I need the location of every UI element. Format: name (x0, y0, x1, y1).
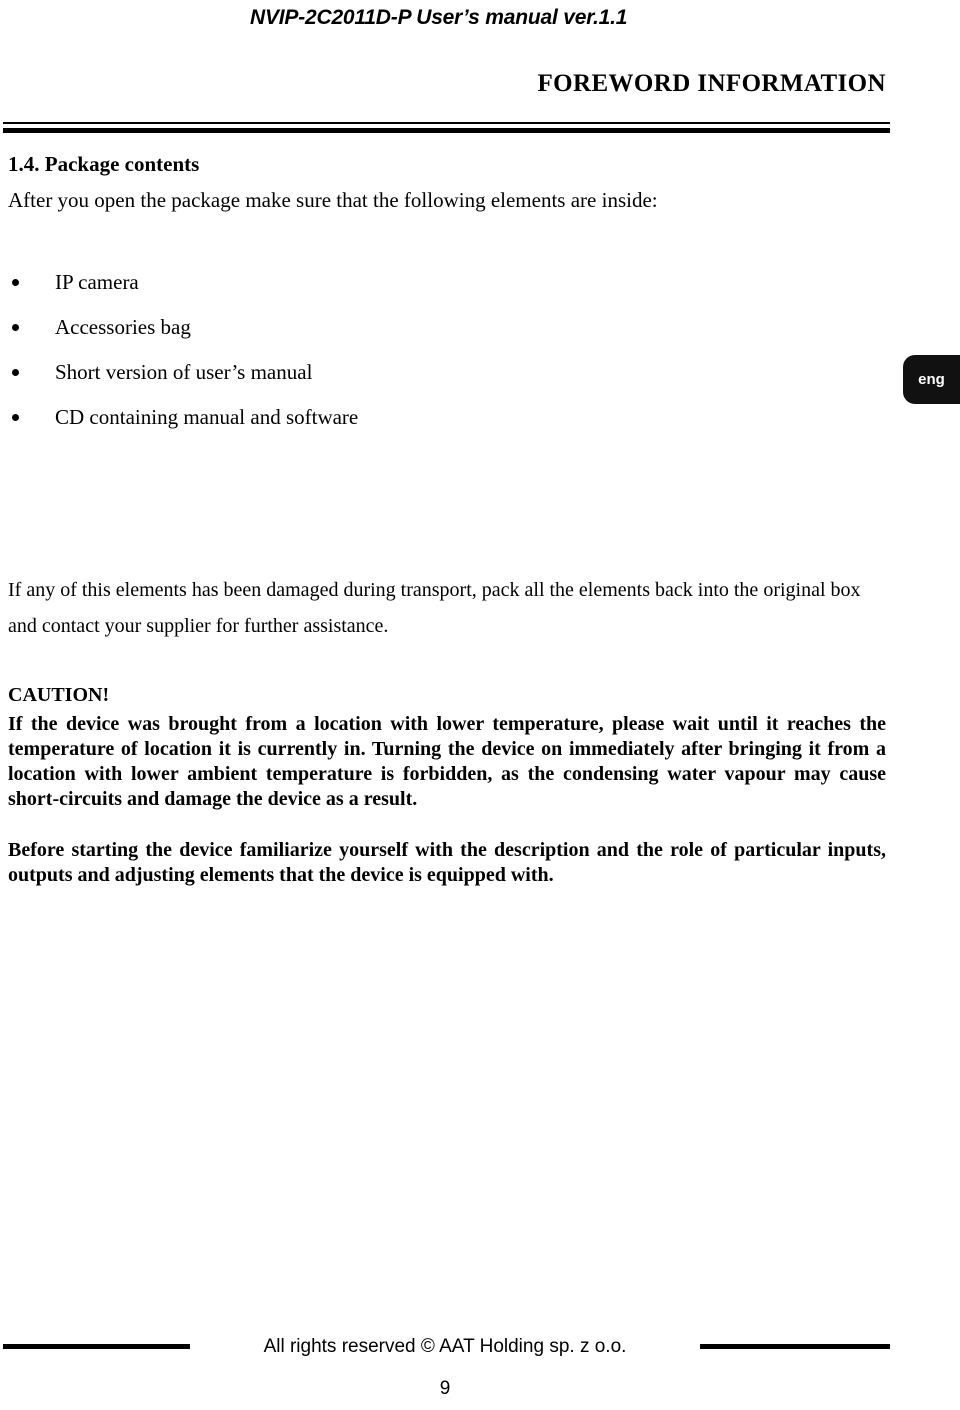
bullet-dot-icon (12, 369, 19, 376)
list-item: CD containing manual and software (0, 403, 890, 448)
list-item-label: Short version of user’s manual (55, 360, 313, 384)
document-page: NVIP-2C2011D-P User’s manual ver.1.1 FOR… (0, 0, 960, 1410)
list-item-label: IP camera (55, 270, 139, 294)
bullet-dot-icon (12, 279, 19, 286)
caution-label: CAUTION! (8, 684, 110, 706)
bullet-dot-icon (12, 324, 19, 331)
language-tab-eng[interactable]: eng (903, 355, 960, 404)
language-tab-label: eng (918, 371, 945, 388)
list-item-label: Accessories bag (55, 315, 191, 339)
list-item-label: CD containing manual and software (55, 405, 359, 429)
page-number: 9 (439, 1378, 451, 1399)
list-item: IP camera (0, 268, 890, 313)
running-header-title: NVIP-2C2011D-P User’s manual ver.1.1 (250, 6, 628, 29)
package-contents-list: IP camera Accessories bag Short version … (0, 268, 890, 448)
familiarize-paragraph: Before starting the device familiarize y… (8, 839, 886, 886)
footer-copyright: All rights reserved © AAT Holding sp. z … (263, 1336, 627, 1357)
section-heading: 1.4. Package contents (8, 152, 200, 176)
transport-damage-paragraph: If any of this elements has been damaged… (8, 579, 861, 637)
caution-paragraph: If the device was brought from a locatio… (8, 713, 886, 810)
header-rule-thin (3, 122, 890, 124)
intro-paragraph: After you open the package make sure tha… (8, 188, 658, 212)
list-item: Short version of user’s manual (0, 358, 890, 403)
header-rule-thick (3, 128, 890, 133)
list-item: Accessories bag (0, 313, 890, 358)
bullet-dot-icon (12, 414, 19, 421)
chapter-title: FOREWORD INFORMATION (537, 70, 886, 97)
